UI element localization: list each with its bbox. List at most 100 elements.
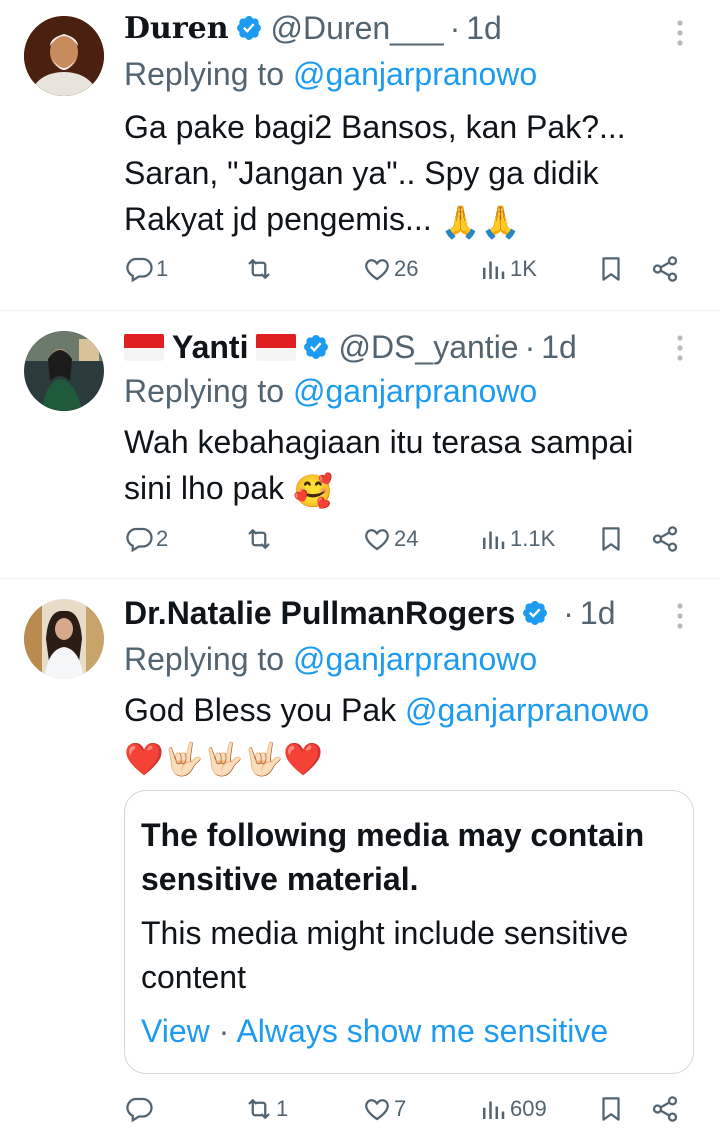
like-button[interactable]: 7 [362, 1094, 406, 1124]
display-name[interactable]: Dr.Natalie PullmanRogers [124, 595, 515, 632]
retweet-button[interactable] [244, 254, 276, 284]
always-show-link[interactable]: Always show me sensitive [236, 1013, 608, 1049]
more-icon[interactable] [670, 601, 690, 631]
tweet-duren[interactable]: Duren @Duren___ · 1d Replying to @ganjar… [0, 0, 720, 310]
smiling-face-hearts-emoji: 🥰 [292, 472, 333, 509]
retweet-button[interactable]: 1 [244, 1094, 288, 1124]
views-button[interactable]: 1.1K [478, 524, 555, 554]
replying-to-label: Replying to [124, 641, 285, 677]
replying-to-mention[interactable]: @ganjarpranowo [293, 641, 537, 677]
views-icon [478, 524, 508, 554]
action-bar: 1 7 609 [0, 1094, 720, 1134]
heart-hands-emoji: ❤️🤟🏻🤟🏻🤟🏻❤️ [124, 740, 324, 777]
tweet-text: Wah kebahagiaan itu terasa sampai sini l… [124, 419, 694, 514]
verified-badge-icon [521, 599, 549, 627]
timestamp[interactable]: 1d [466, 10, 502, 47]
sensitive-description: This media might include sensitive conte… [141, 915, 629, 995]
separator-dot: · [218, 1013, 230, 1049]
views-icon [478, 254, 508, 284]
tweet-yanti[interactable]: Yanti @DS_yantie · 1d Replying to @ganja… [0, 311, 720, 577]
like-button[interactable]: 26 [362, 254, 418, 284]
retweet-button[interactable] [244, 524, 276, 554]
tweet-text-line: sini lho pak 🥰 [124, 465, 694, 514]
replying-to: Replying to @ganjarpranowo [124, 641, 537, 678]
tweet-text-line: Saran, "Jangan ya".. Spy ga didik [124, 155, 599, 191]
more-icon[interactable] [670, 333, 690, 363]
heart-icon [362, 254, 392, 284]
reply-count: 1 [156, 256, 169, 281]
reply-icon [124, 524, 154, 554]
heart-icon [362, 524, 392, 554]
tweet-header: Yanti @DS_yantie · 1d [124, 327, 577, 367]
display-name[interactable]: Duren [124, 11, 229, 46]
indonesia-flag-icon [256, 333, 297, 361]
indonesia-flag-icon [124, 333, 164, 361]
share-button[interactable] [650, 254, 680, 284]
bookmark-button[interactable] [596, 1094, 626, 1124]
tweet-text: God Bless you Pak @ganjarpranowo ❤️🤟🏻🤟🏻🤟… [124, 687, 694, 782]
sensitive-links: View · Always show me sensitive [141, 1013, 677, 1050]
avatar[interactable] [24, 599, 104, 679]
reply-button[interactable]: 1 [124, 254, 168, 284]
timestamp[interactable]: 1d [580, 595, 616, 632]
praying-hands-emoji: 🙏🙏 [440, 203, 521, 240]
retweet-icon [244, 1094, 274, 1124]
bookmark-button[interactable] [596, 254, 626, 284]
reply-button[interactable]: 2 [124, 524, 168, 554]
replying-to-mention[interactable]: @ganjarpranowo [293, 373, 537, 409]
like-button[interactable]: 24 [362, 524, 418, 554]
like-count: 7 [394, 1096, 407, 1121]
views-button[interactable]: 1K [478, 254, 537, 284]
view-count: 1K [510, 256, 537, 281]
tweet-text-line: Rakyat jd pengemis... 🙏🙏 [124, 196, 694, 245]
tweet-text-line-content: Rakyat jd pengemis... [124, 201, 432, 237]
bookmark-button[interactable] [596, 524, 626, 554]
replying-to: Replying to @ganjarpranowo [124, 56, 537, 93]
bookmark-icon [596, 1094, 626, 1124]
avatar[interactable] [24, 16, 104, 96]
sensitive-title: The following media may contain sensitiv… [141, 817, 645, 897]
replying-to-label: Replying to [124, 56, 285, 92]
tweet-text-line: God Bless you Pak @ganjarpranowo [124, 687, 694, 733]
tweet-text-line-content: sini lho pak [124, 470, 285, 506]
verified-badge-icon [302, 333, 330, 361]
tweet-text-line: Ga pake bagi2 Bansos, kan Pak?... [124, 109, 626, 145]
tweet-header: Duren @Duren___ · 1d [124, 8, 502, 48]
more-icon[interactable] [670, 18, 690, 48]
retweet-icon [244, 524, 274, 554]
share-button[interactable] [650, 524, 680, 554]
like-count: 26 [394, 256, 419, 281]
separator-dot: · [524, 328, 536, 365]
separator-dot: · [449, 9, 461, 46]
reply-count: 2 [156, 526, 169, 551]
view-link[interactable]: View [141, 1013, 210, 1049]
replying-to-label: Replying to [124, 373, 285, 409]
replying-to: Replying to @ganjarpranowo [124, 373, 537, 410]
share-button[interactable] [650, 1094, 680, 1124]
avatar[interactable] [24, 331, 104, 411]
views-icon [478, 1094, 508, 1124]
tweet-text-line: ❤️🤟🏻🤟🏻🤟🏻❤️ [124, 733, 694, 782]
tweet-text: Ga pake bagi2 Bansos, kan Pak?... Saran,… [124, 104, 694, 245]
timestamp[interactable]: 1d [541, 329, 577, 366]
sensitive-media-card[interactable]: The following media may contain sensitiv… [124, 790, 694, 1074]
handle[interactable]: @DS_yantie [338, 329, 518, 366]
share-icon [650, 524, 680, 554]
handle[interactable]: @Duren___ [271, 10, 444, 47]
separator-dot: · [563, 594, 574, 631]
view-count: 609 [510, 1096, 547, 1121]
reply-icon [124, 1094, 154, 1124]
text-mention[interactable]: @ganjarpranowo [405, 692, 649, 728]
share-icon [650, 254, 680, 284]
reply-button[interactable] [124, 1094, 156, 1124]
view-count: 1.1K [510, 526, 556, 551]
verified-badge-icon [235, 14, 263, 42]
display-name[interactable]: Yanti [172, 329, 248, 366]
tweet-text-line: Wah kebahagiaan itu terasa sampai [124, 424, 634, 460]
reply-icon [124, 254, 154, 284]
bookmark-icon [596, 254, 626, 284]
action-bar: 1 26 1K [0, 254, 720, 294]
bookmark-icon [596, 524, 626, 554]
replying-to-mention[interactable]: @ganjarpranowo [293, 56, 537, 92]
views-button[interactable]: 609 [478, 1094, 547, 1124]
